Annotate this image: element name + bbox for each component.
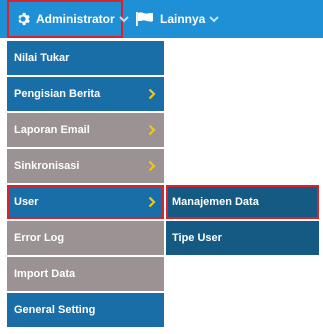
user-submenu: Manajemen Data Tipe User bbox=[166, 185, 319, 257]
flag-icon bbox=[136, 12, 154, 26]
chevron-right-icon bbox=[148, 160, 156, 172]
chevron-right-icon bbox=[148, 196, 156, 208]
chevron-right-icon bbox=[148, 124, 156, 136]
top-navbar: Administrator Lainnya bbox=[0, 0, 323, 38]
gear-icon bbox=[16, 12, 30, 26]
lainnya-label: Lainnya bbox=[160, 12, 206, 26]
menu-item-label: Error Log bbox=[14, 232, 65, 244]
lainnya-menu-button[interactable]: Lainnya bbox=[136, 0, 226, 38]
submenu-item-manajemen-data[interactable]: Manajemen Data bbox=[166, 185, 319, 219]
menu-item-label: User bbox=[14, 196, 39, 208]
menu-item-label: General Setting bbox=[14, 304, 96, 316]
menu-item-nilai-tukar[interactable]: Nilai Tukar bbox=[7, 41, 164, 75]
administrator-menu-button[interactable]: Administrator bbox=[7, 0, 129, 38]
menu-item-label: Nilai Tukar bbox=[14, 52, 70, 64]
administrator-dropdown: Nilai Tukar Pengisian Berita Laporan Ema… bbox=[7, 41, 164, 329]
menu-item-label: Import Data bbox=[14, 268, 76, 280]
submenu-item-label: Tipe User bbox=[172, 232, 222, 244]
administrator-label: Administrator bbox=[36, 12, 115, 26]
chevron-down-icon bbox=[209, 15, 220, 23]
menu-item-user[interactable]: User bbox=[7, 185, 164, 219]
menu-item-label: Sinkronisasi bbox=[14, 160, 80, 172]
menu-item-label: Laporan Email bbox=[14, 124, 90, 136]
submenu-item-label: Manajemen Data bbox=[172, 196, 259, 208]
menu-item-laporan-email[interactable]: Laporan Email bbox=[7, 113, 164, 147]
menu-item-sinkronisasi[interactable]: Sinkronisasi bbox=[7, 149, 164, 183]
menu-item-pengisian-berita[interactable]: Pengisian Berita bbox=[7, 77, 164, 111]
menu-item-label: Pengisian Berita bbox=[14, 88, 101, 100]
submenu-item-tipe-user[interactable]: Tipe User bbox=[166, 221, 319, 255]
chevron-right-icon bbox=[148, 88, 156, 100]
menu-item-import-data[interactable]: Import Data bbox=[7, 257, 164, 291]
chevron-down-icon bbox=[118, 15, 129, 23]
menu-item-error-log[interactable]: Error Log bbox=[7, 221, 164, 255]
menu-item-general-setting[interactable]: General Setting bbox=[7, 293, 164, 327]
